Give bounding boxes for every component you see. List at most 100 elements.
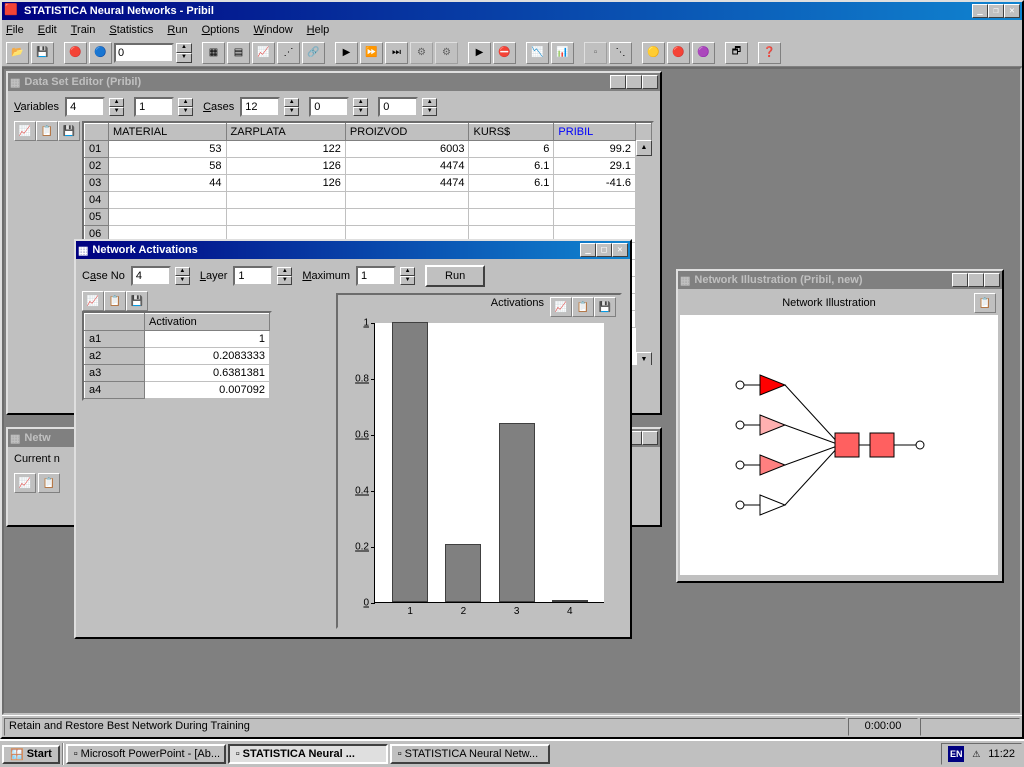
toolbar-net1-icon[interactable]: 🔴 xyxy=(64,42,87,64)
col-header[interactable]: MATERIAL xyxy=(109,124,227,141)
toolbar-train4-icon[interactable]: ⚙ xyxy=(410,42,433,64)
max-input[interactable] xyxy=(356,266,396,286)
cell[interactable] xyxy=(345,209,469,226)
cell[interactable] xyxy=(554,209,636,226)
dataset-close[interactable]: ✕ xyxy=(642,75,658,89)
spin-up-icon[interactable]: ▲ xyxy=(400,267,415,276)
taskbar-task[interactable]: ▫Microsoft PowerPoint - [Ab... xyxy=(66,744,226,764)
row-header[interactable]: 03 xyxy=(85,175,109,192)
cases-a-input[interactable] xyxy=(240,97,280,117)
cell[interactable] xyxy=(469,192,554,209)
copy-icon[interactable]: 📋 xyxy=(36,121,58,141)
scroll-up-icon[interactable]: ▲ xyxy=(636,140,652,156)
toolbar-stop-icon[interactable]: ⛔ xyxy=(493,42,516,64)
menu-edit[interactable]: Edit xyxy=(38,24,57,36)
spin-down-icon[interactable]: ▼ xyxy=(353,107,368,116)
var-in-input[interactable] xyxy=(65,97,105,117)
toolbar-train3-icon[interactable]: ⏭ xyxy=(385,42,408,64)
spin-up-icon[interactable]: ▲ xyxy=(284,98,299,107)
illus-maximize[interactable]: □ xyxy=(968,273,984,287)
cell[interactable]: 122 xyxy=(226,141,345,158)
toolbar-help-icon[interactable]: ❓ xyxy=(758,42,781,64)
row-header[interactable]: a4 xyxy=(85,382,145,399)
activ-close[interactable]: ✕ xyxy=(612,243,628,257)
spin-down-icon[interactable]: ▼ xyxy=(277,276,292,285)
illus-close[interactable]: ✕ xyxy=(984,273,1000,287)
run-button[interactable]: Run xyxy=(425,265,485,287)
dataset-maximize[interactable]: □ xyxy=(626,75,642,89)
lang-indicator[interactable]: EN xyxy=(948,746,964,762)
taskbar-task[interactable]: ▫STATISTICA Neural ... xyxy=(228,744,388,764)
activ-maximize[interactable]: □ xyxy=(596,243,612,257)
toolbar-grid-icon[interactable]: ▦ xyxy=(202,42,225,64)
save-icon[interactable]: 💾 xyxy=(58,121,80,141)
netset-close[interactable]: ✕ xyxy=(642,431,658,445)
menu-window[interactable]: Window xyxy=(254,24,293,36)
row-header[interactable]: a2 xyxy=(85,348,145,365)
cell[interactable]: -41.6 xyxy=(554,175,636,192)
col-header[interactable]: KURS$ xyxy=(469,124,554,141)
cell[interactable] xyxy=(345,192,469,209)
toolbar-net2-icon[interactable]: 🔵 xyxy=(89,42,112,64)
chart-icon[interactable]: 📈 xyxy=(82,291,104,311)
toolbar-open-icon[interactable]: 📂 xyxy=(6,42,29,64)
spin-down-icon[interactable]: ▼ xyxy=(422,107,437,116)
spin-up-icon[interactable]: ▲ xyxy=(277,267,292,276)
row-header[interactable]: a1 xyxy=(85,331,145,348)
cell[interactable]: 0.2083333 xyxy=(145,348,270,365)
activ-grid[interactable]: Activationa11a20.2083333a30.6381381a40.0… xyxy=(82,311,272,401)
copy-icon[interactable]: 📋 xyxy=(104,291,126,311)
restore-button[interactable]: ❐ xyxy=(988,4,1004,18)
spin-up-icon[interactable]: ▲ xyxy=(176,43,192,53)
cell[interactable]: 44 xyxy=(109,175,227,192)
toolbar-plot-icon[interactable]: 📈 xyxy=(252,42,275,64)
spin-up-icon[interactable]: ▲ xyxy=(353,98,368,107)
cell[interactable]: 6003 xyxy=(345,141,469,158)
dataset-titlebar[interactable]: ▦ Data Set Editor (Pribil) _ □ ✕ xyxy=(8,73,660,91)
col-header[interactable]: PROIZVOD xyxy=(345,124,469,141)
toolbar-m1-icon[interactable]: ▫ xyxy=(584,42,607,64)
cell[interactable]: 99.2 xyxy=(554,141,636,158)
menu-options[interactable]: Options xyxy=(202,24,240,36)
spin-up-icon[interactable]: ▲ xyxy=(175,267,190,276)
toolbar-y1-icon[interactable]: 🟡 xyxy=(642,42,665,64)
cell[interactable] xyxy=(554,192,636,209)
toolbar-nodes-icon[interactable]: 🔗 xyxy=(302,42,325,64)
toolbar-input[interactable] xyxy=(114,43,174,63)
close-button[interactable]: ✕ xyxy=(1004,4,1020,18)
menu-help[interactable]: Help xyxy=(307,24,330,36)
taskbar-task[interactable]: ▫STATISTICA Neural Netw... xyxy=(390,744,550,764)
toolbar-list-icon[interactable]: ▤ xyxy=(227,42,250,64)
layer-input[interactable] xyxy=(233,266,273,286)
cell[interactable]: 0.007092 xyxy=(145,382,270,399)
toolbar-bar-icon[interactable]: 📊 xyxy=(551,42,574,64)
cell[interactable]: 58 xyxy=(109,158,227,175)
tray-alert-icon[interactable]: ⚠ xyxy=(968,746,984,762)
activ-titlebar[interactable]: ▦ Network Activations _ □ ✕ xyxy=(76,241,630,259)
toolbar-train5-icon[interactable]: ⚙ xyxy=(435,42,458,64)
spin-down-icon[interactable]: ▼ xyxy=(176,53,192,63)
cell[interactable]: 4474 xyxy=(345,158,469,175)
scroll-down-icon[interactable]: ▼ xyxy=(636,352,652,367)
save-icon[interactable]: 💾 xyxy=(594,297,616,317)
cell[interactable] xyxy=(469,209,554,226)
illus-titlebar[interactable]: ▦ Network Illustration (Pribil, new) _ □… xyxy=(678,271,1002,289)
start-button[interactable]: 🪟 Start xyxy=(2,745,60,764)
cell[interactable]: 53 xyxy=(109,141,227,158)
spin-up-icon[interactable]: ▲ xyxy=(422,98,437,107)
activ-minimize[interactable]: _ xyxy=(580,243,596,257)
row-header[interactable]: 05 xyxy=(85,209,109,226)
col-header[interactable]: PRIBIL xyxy=(554,124,636,141)
cell[interactable]: 29.1 xyxy=(554,158,636,175)
spin-down-icon[interactable]: ▼ xyxy=(109,107,124,116)
menu-file[interactable]: File xyxy=(6,24,24,36)
toolbar-y3-icon[interactable]: 🟣 xyxy=(692,42,715,64)
cell[interactable] xyxy=(226,209,345,226)
copy-icon[interactable]: 📋 xyxy=(974,293,996,313)
cell[interactable]: 126 xyxy=(226,158,345,175)
cell[interactable]: 6.1 xyxy=(469,158,554,175)
cases-b-input[interactable] xyxy=(309,97,349,117)
row-header[interactable]: 01 xyxy=(85,141,109,158)
row-header[interactable]: a3 xyxy=(85,365,145,382)
dataset-minimize[interactable]: _ xyxy=(610,75,626,89)
